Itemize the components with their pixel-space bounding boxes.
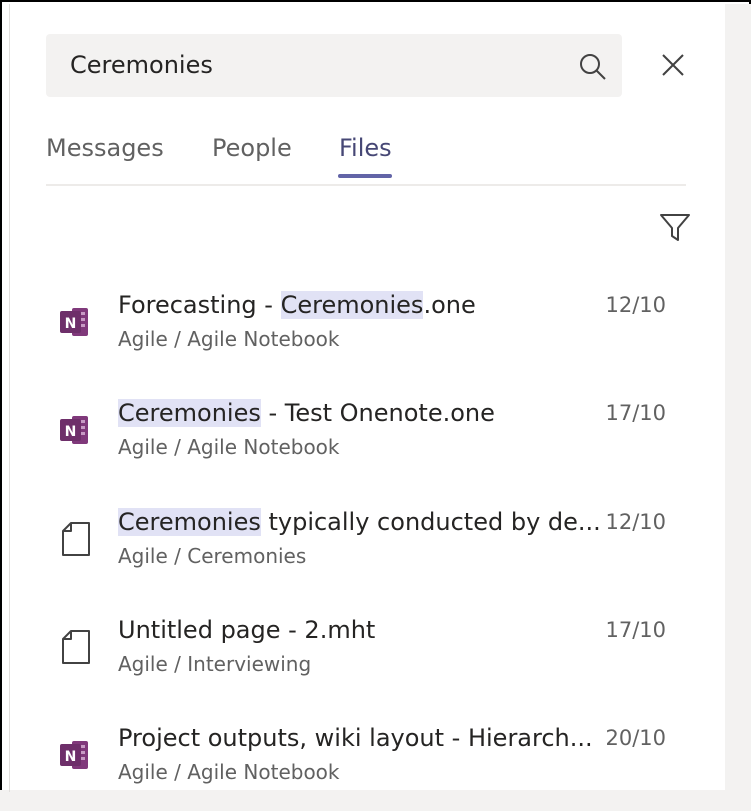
file-path: Agile / Interviewing [118, 652, 312, 676]
list-item[interactable]: Untitled page - 2.mht Agile / Interviewi… [46, 613, 686, 703]
file-title[interactable]: Untitled page - 2.mht [118, 613, 606, 647]
file-title[interactable]: Forecasting - Ceremonies.one [118, 288, 606, 322]
search-highlight: Ceremonies [118, 508, 261, 536]
onenote-icon: N [60, 741, 88, 769]
file-title[interactable]: Ceremonies - Test Onenote.one [118, 396, 606, 430]
file-date: 20/10 [605, 726, 666, 750]
onenote-icon: N [60, 416, 88, 444]
adjacent-pane [725, 4, 751, 792]
active-tab-indicator [338, 174, 392, 178]
tab-files[interactable]: Files [339, 134, 392, 162]
file-date: 12/10 [605, 510, 666, 534]
list-item[interactable]: N Ceremonies - Test Onenote.one Agile / … [46, 396, 686, 486]
svg-text:N: N [65, 316, 77, 332]
search-highlight: Ceremonies [118, 399, 261, 427]
svg-text:N: N [65, 424, 77, 440]
file-title-text: Project outputs, wiki layout - Hierarch.… [118, 724, 593, 752]
filter-icon[interactable] [658, 210, 692, 244]
list-item[interactable]: Ceremonies typically conducted by de... … [46, 505, 686, 595]
search-highlight: Ceremonies [280, 291, 424, 319]
page-icon [62, 522, 90, 556]
file-path: Agile / Agile Notebook [118, 435, 340, 459]
search-tabs: Messages People Files [46, 130, 686, 186]
file-title[interactable]: Project outputs, wiki layout - Hierarch.… [118, 721, 606, 755]
svg-text:N: N [65, 749, 77, 765]
onenote-icon: N [60, 308, 88, 336]
file-date: 17/10 [605, 618, 666, 642]
file-title-text: - Test Onenote.one [260, 399, 495, 427]
tab-people[interactable]: People [212, 134, 292, 162]
close-icon[interactable] [658, 50, 688, 80]
file-path: Agile / Ceremonies [118, 544, 307, 568]
file-title-text: Untitled page - 2.mht [118, 616, 376, 644]
list-item[interactable]: N Forecasting - Ceremonies.one Agile / A… [46, 288, 686, 378]
panel-divider [9, 4, 10, 792]
search-box[interactable]: Ceremonies [46, 34, 622, 97]
file-path: Agile / Agile Notebook [118, 327, 340, 351]
tab-messages[interactable]: Messages [46, 134, 164, 162]
search-icon[interactable] [578, 52, 608, 82]
file-title-text: Forecasting - [118, 291, 281, 319]
page-icon [62, 630, 90, 664]
file-path: Agile / Agile Notebook [118, 760, 340, 784]
file-title-text: .one [423, 291, 476, 319]
file-title[interactable]: Ceremonies typically conducted by de... [118, 505, 606, 539]
search-input[interactable]: Ceremonies [70, 34, 213, 97]
file-date: 17/10 [605, 401, 666, 425]
search-panel: Ceremonies Messages People Files N Forec… [0, 0, 751, 792]
file-title-text: typically conducted by de... [260, 508, 601, 536]
list-item[interactable]: N Project outputs, wiki layout - Hierarc… [46, 721, 686, 811]
file-date: 12/10 [605, 293, 666, 317]
